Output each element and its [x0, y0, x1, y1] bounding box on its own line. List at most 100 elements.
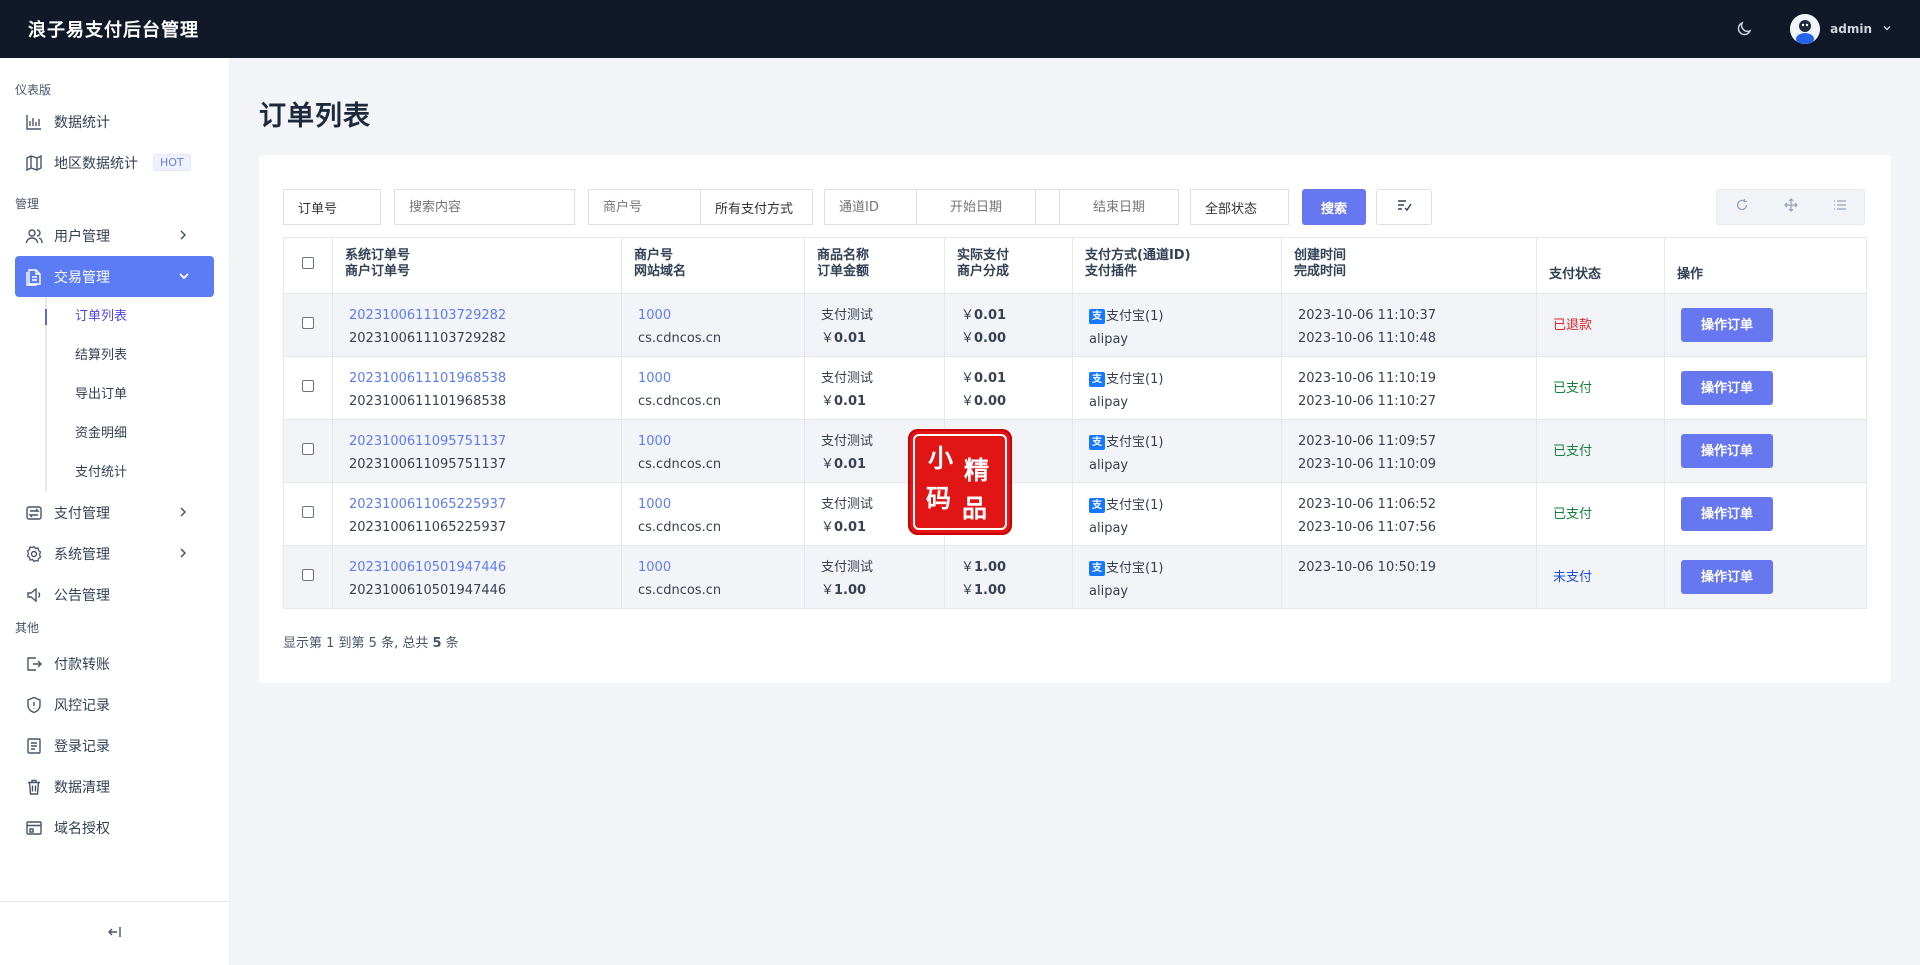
- status-cell: 未支付: [1536, 545, 1665, 609]
- sidebar-item-label: 公告管理: [54, 587, 110, 604]
- currency: ￥: [961, 560, 975, 575]
- site-domain: cs.cdncos.cn: [638, 583, 722, 598]
- product-cell: 支付测试 ￥0.01: [804, 356, 945, 420]
- merchant-share: ￥0.00: [961, 390, 1060, 413]
- start-date-input[interactable]: [916, 189, 1036, 225]
- pay-plugin: alipay: [1089, 521, 1129, 536]
- merchant-input[interactable]: [588, 189, 701, 225]
- row-checkbox[interactable]: [302, 505, 314, 518]
- table-header-row: 系统订单号 商户订单号 商户号 网站域名 商品名称 订单金额 实际支付 商户分成 支付方…: [283, 237, 1867, 294]
- sys-order-link[interactable]: 2023100611095751137: [349, 430, 609, 453]
- table-toolbar: [1716, 189, 1865, 225]
- merchant-id-link[interactable]: 1000: [638, 367, 792, 390]
- pay-method-select[interactable]: 所有支付方式: [700, 189, 813, 225]
- operate-order-button[interactable]: 操作订单: [1681, 560, 1773, 594]
- map-icon: [25, 154, 43, 172]
- finished-time: 2023-10-06 11:10:09: [1298, 457, 1437, 472]
- sidebar-item-login-log[interactable]: 登录记录: [0, 725, 229, 766]
- action-cell: 操作订单: [1664, 293, 1867, 357]
- currency: ￥: [961, 394, 975, 409]
- sidebar-item-domain-auth[interactable]: 域名授权: [0, 807, 229, 848]
- status-select[interactable]: 全部状态: [1190, 189, 1289, 225]
- currency: ￥: [961, 331, 975, 346]
- order-no-select[interactable]: 订单号: [283, 189, 381, 225]
- document-icon: [25, 268, 43, 286]
- channel-input[interactable]: [824, 189, 917, 225]
- table-row: 2023100610501947446 2023100610501947446 10…: [283, 545, 1867, 609]
- shield-icon: [25, 696, 43, 714]
- avatar: [1790, 14, 1821, 44]
- section-manage: 管理: [15, 197, 40, 211]
- collapse-sidebar-button[interactable]: [0, 901, 230, 965]
- submenu-order-list[interactable]: 订单列表: [45, 297, 229, 336]
- list-icon[interactable]: [1833, 198, 1847, 216]
- created-time: 2023-10-06 11:06:52: [1298, 497, 1437, 512]
- move-icon[interactable]: [1783, 198, 1798, 216]
- action-cell: 操作订单: [1664, 356, 1867, 420]
- merchant-id-link[interactable]: 1000: [638, 304, 792, 327]
- sidebar-item-label: 付款转账: [54, 656, 110, 673]
- submenu-pay-stats[interactable]: 支付统计: [47, 453, 229, 492]
- pay-method: 支付宝(1): [1106, 561, 1164, 576]
- sidebar-item-trade-mgmt[interactable]: 交易管理: [15, 256, 214, 297]
- merchant-id-link[interactable]: 1000: [638, 430, 792, 453]
- sys-order-link[interactable]: 2023100611103729282: [349, 304, 609, 327]
- row-select-cell: [283, 356, 333, 420]
- status-badge: 已支付: [1553, 380, 1593, 396]
- operate-order-button[interactable]: 操作订单: [1681, 497, 1773, 531]
- row-checkbox[interactable]: [302, 316, 314, 329]
- sidebar-item-notice-mgmt[interactable]: 公告管理: [0, 574, 229, 615]
- amount-value: 0.01: [834, 331, 867, 346]
- header-label: 商户订单号: [345, 264, 411, 279]
- operate-order-button[interactable]: 操作订单: [1681, 308, 1773, 342]
- created-time: 2023-10-06 11:09:57: [1298, 434, 1437, 449]
- sidebar-item-region-stats[interactable]: 地区数据统计 HOT: [0, 142, 229, 183]
- row-checkbox[interactable]: [302, 379, 314, 392]
- sidebar-item-transfer[interactable]: 付款转账: [0, 643, 229, 684]
- transfer-icon: [25, 504, 43, 522]
- merchant-order-no: 2023100611065225937: [349, 520, 507, 535]
- main-content: 订单列表 订单号 所有支付方式 全部状态 搜索 系统订单号商户订单号 商户号网站…: [230, 58, 1920, 965]
- operate-order-button[interactable]: 操作订单: [1681, 371, 1773, 405]
- row-checkbox[interactable]: [302, 568, 314, 581]
- submenu-export-orders[interactable]: 导出订单: [47, 375, 229, 414]
- currency: ￥: [821, 583, 835, 598]
- sys-order-link[interactable]: 2023100611065225937: [349, 493, 609, 516]
- sidebar-item-user-mgmt[interactable]: 用户管理: [0, 215, 229, 256]
- merchant-order-no: 2023100611103729282: [349, 331, 507, 346]
- merchant-share: ￥0.00: [961, 327, 1060, 350]
- pay-plugin: alipay: [1089, 584, 1129, 599]
- sidebar-item-data-clean[interactable]: 数据清理: [0, 766, 229, 807]
- search-input[interactable]: [394, 189, 575, 225]
- merchant-id-link[interactable]: 1000: [638, 493, 792, 516]
- merchant-id-link[interactable]: 1000: [638, 556, 792, 579]
- sidebar-item-sys-mgmt[interactable]: 系统管理: [0, 533, 229, 574]
- user-menu[interactable]: admin: [1774, 14, 1892, 44]
- column-filter-button[interactable]: [1376, 189, 1432, 225]
- section-dashboard: 仪表版: [15, 83, 52, 97]
- sidebar-item-label: 地区数据统计: [54, 155, 138, 172]
- sys-order-link[interactable]: 2023100611101968538: [349, 367, 609, 390]
- sidebar-item-risk[interactable]: 风控记录: [0, 684, 229, 725]
- sidebar-item-label: 数据统计: [54, 114, 110, 131]
- select-all-checkbox[interactable]: [302, 257, 314, 269]
- sys-order-link[interactable]: 2023100610501947446: [349, 556, 609, 579]
- operate-order-button[interactable]: 操作订单: [1681, 434, 1773, 468]
- gear-icon: [25, 545, 43, 563]
- alipay-icon: 支: [1089, 435, 1105, 450]
- order-no-cell: 2023100611103729282 2023100611103729282: [332, 293, 622, 357]
- merchant-cell: 1000 cs.cdncos.cn: [621, 482, 805, 546]
- header-label: 实际支付: [957, 248, 1010, 263]
- sidebar-item-data-stats[interactable]: 数据统计: [0, 101, 229, 142]
- merchant-cell: 1000 cs.cdncos.cn: [621, 545, 805, 609]
- dark-mode-icon[interactable]: [1734, 19, 1754, 39]
- submenu-fund-details[interactable]: 资金明细: [47, 414, 229, 453]
- product-cell: 支付测试 ￥0.01: [804, 293, 945, 357]
- submenu-settle-list[interactable]: 结算列表: [47, 336, 229, 375]
- sidebar-item-pay-mgmt[interactable]: 支付管理: [0, 492, 229, 533]
- end-date-input[interactable]: [1059, 189, 1179, 225]
- row-checkbox[interactable]: [302, 442, 314, 455]
- header-label: 网站域名: [634, 264, 687, 279]
- search-button[interactable]: 搜索: [1302, 189, 1366, 225]
- refresh-icon[interactable]: [1735, 198, 1749, 216]
